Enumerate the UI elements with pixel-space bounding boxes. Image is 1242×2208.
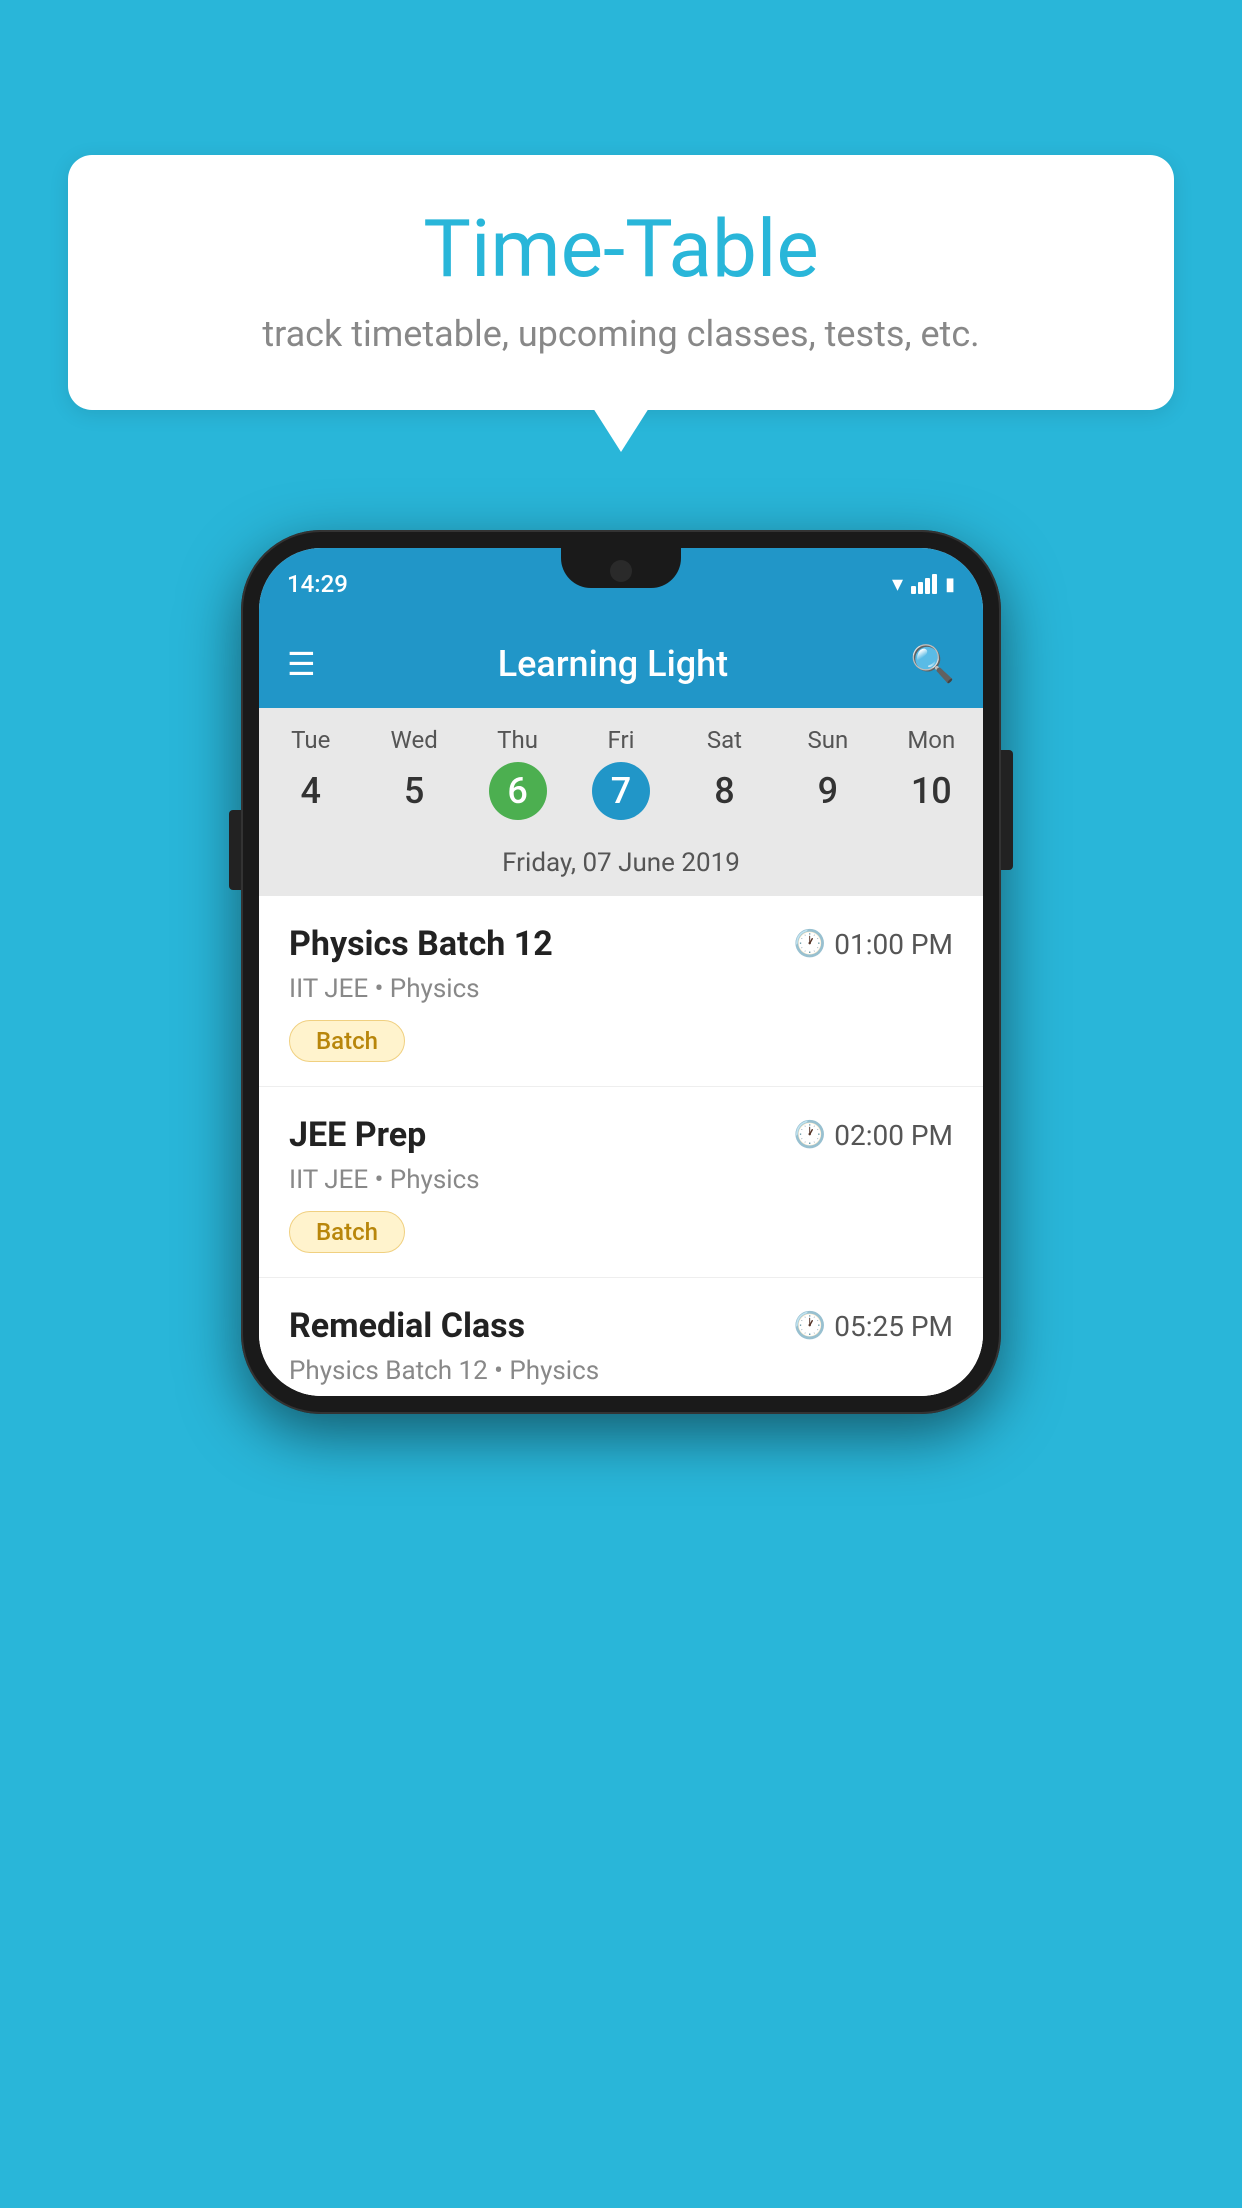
day-name-sat: Sat xyxy=(673,726,776,754)
app-title: Learning Light xyxy=(498,643,728,685)
notch-camera xyxy=(610,560,632,582)
signal-bars xyxy=(911,574,937,594)
class-time-value-1: 01:00 PM xyxy=(834,928,953,961)
day-name-sun: Sun xyxy=(776,726,879,754)
day-name-thu: Thu xyxy=(466,726,569,754)
phone-screen: 14:29 ▾ ▮ ☰ Learning xyxy=(259,548,983,1396)
clock-icon-2: 🕐 xyxy=(794,1120,826,1150)
hamburger-icon[interactable]: ☰ xyxy=(287,645,316,683)
selected-date: Friday, 07 June 2019 xyxy=(259,838,983,896)
battery-icon: ▮ xyxy=(945,574,955,595)
day-name-tue: Tue xyxy=(259,726,362,754)
phone-mockup: 14:29 ▾ ▮ ☰ Learning xyxy=(241,530,1001,1414)
day-name-mon: Mon xyxy=(880,726,983,754)
app-bar: ☰ Learning Light 🔍 xyxy=(259,620,983,708)
clock-icon-3: 🕐 xyxy=(794,1311,826,1341)
class-item-3[interactable]: Remedial Class 🕐 05:25 PM Physics Batch … xyxy=(259,1278,983,1396)
class-time-1: 🕐 01:00 PM xyxy=(794,928,953,961)
class-meta-2: IIT JEE • Physics xyxy=(289,1165,953,1195)
day-7-selected[interactable]: 7 xyxy=(592,762,650,820)
status-time: 14:29 xyxy=(287,570,348,598)
day-4[interactable]: 4 xyxy=(259,762,362,820)
speech-bubble: Time-Table track timetable, upcoming cla… xyxy=(68,155,1174,410)
class-time-value-2: 02:00 PM xyxy=(834,1119,953,1152)
day-5[interactable]: 5 xyxy=(362,762,465,820)
batch-badge-1: Batch xyxy=(289,1020,405,1062)
class-header-1: Physics Batch 12 🕐 01:00 PM xyxy=(289,924,953,964)
day-name-fri: Fri xyxy=(569,726,672,754)
class-name-2: JEE Prep xyxy=(289,1115,426,1155)
wifi-icon: ▾ xyxy=(892,572,903,597)
class-name-1: Physics Batch 12 xyxy=(289,924,553,964)
bubble-title: Time-Table xyxy=(108,205,1134,293)
class-header-3: Remedial Class 🕐 05:25 PM xyxy=(289,1306,953,1346)
class-item-2[interactable]: JEE Prep 🕐 02:00 PM IIT JEE • Physics Ba… xyxy=(259,1087,983,1278)
day-6-today[interactable]: 6 xyxy=(489,762,547,820)
bubble-subtitle: track timetable, upcoming classes, tests… xyxy=(108,313,1134,355)
class-meta-1: IIT JEE • Physics xyxy=(289,974,953,1004)
class-list: Physics Batch 12 🕐 01:00 PM IIT JEE • Ph… xyxy=(259,896,983,1396)
day-numbers: 4 5 6 7 8 9 10 xyxy=(259,762,983,838)
day-name-wed: Wed xyxy=(362,726,465,754)
class-name-3: Remedial Class xyxy=(289,1306,525,1346)
batch-badge-2: Batch xyxy=(289,1211,405,1253)
day-9[interactable]: 9 xyxy=(776,762,879,820)
class-time-value-3: 05:25 PM xyxy=(834,1310,953,1343)
search-icon[interactable]: 🔍 xyxy=(910,643,955,685)
clock-icon-1: 🕐 xyxy=(794,929,826,959)
class-time-2: 🕐 02:00 PM xyxy=(794,1119,953,1152)
class-header-2: JEE Prep 🕐 02:00 PM xyxy=(289,1115,953,1155)
day-names: Tue Wed Thu Fri Sat Sun Mon xyxy=(259,726,983,762)
day-8[interactable]: 8 xyxy=(673,762,776,820)
notch xyxy=(561,548,681,588)
status-icons: ▾ ▮ xyxy=(892,572,955,597)
calendar-strip: Tue Wed Thu Fri Sat Sun Mon 4 5 6 7 8 9 … xyxy=(259,708,983,896)
class-time-3: 🕐 05:25 PM xyxy=(794,1310,953,1343)
phone-outer: 14:29 ▾ ▮ ☰ Learning xyxy=(241,530,1001,1414)
status-bar: 14:29 ▾ ▮ xyxy=(259,548,983,620)
day-10[interactable]: 10 xyxy=(880,762,983,820)
class-meta-3: Physics Batch 12 • Physics xyxy=(289,1356,953,1386)
class-item-1[interactable]: Physics Batch 12 🕐 01:00 PM IIT JEE • Ph… xyxy=(259,896,983,1087)
